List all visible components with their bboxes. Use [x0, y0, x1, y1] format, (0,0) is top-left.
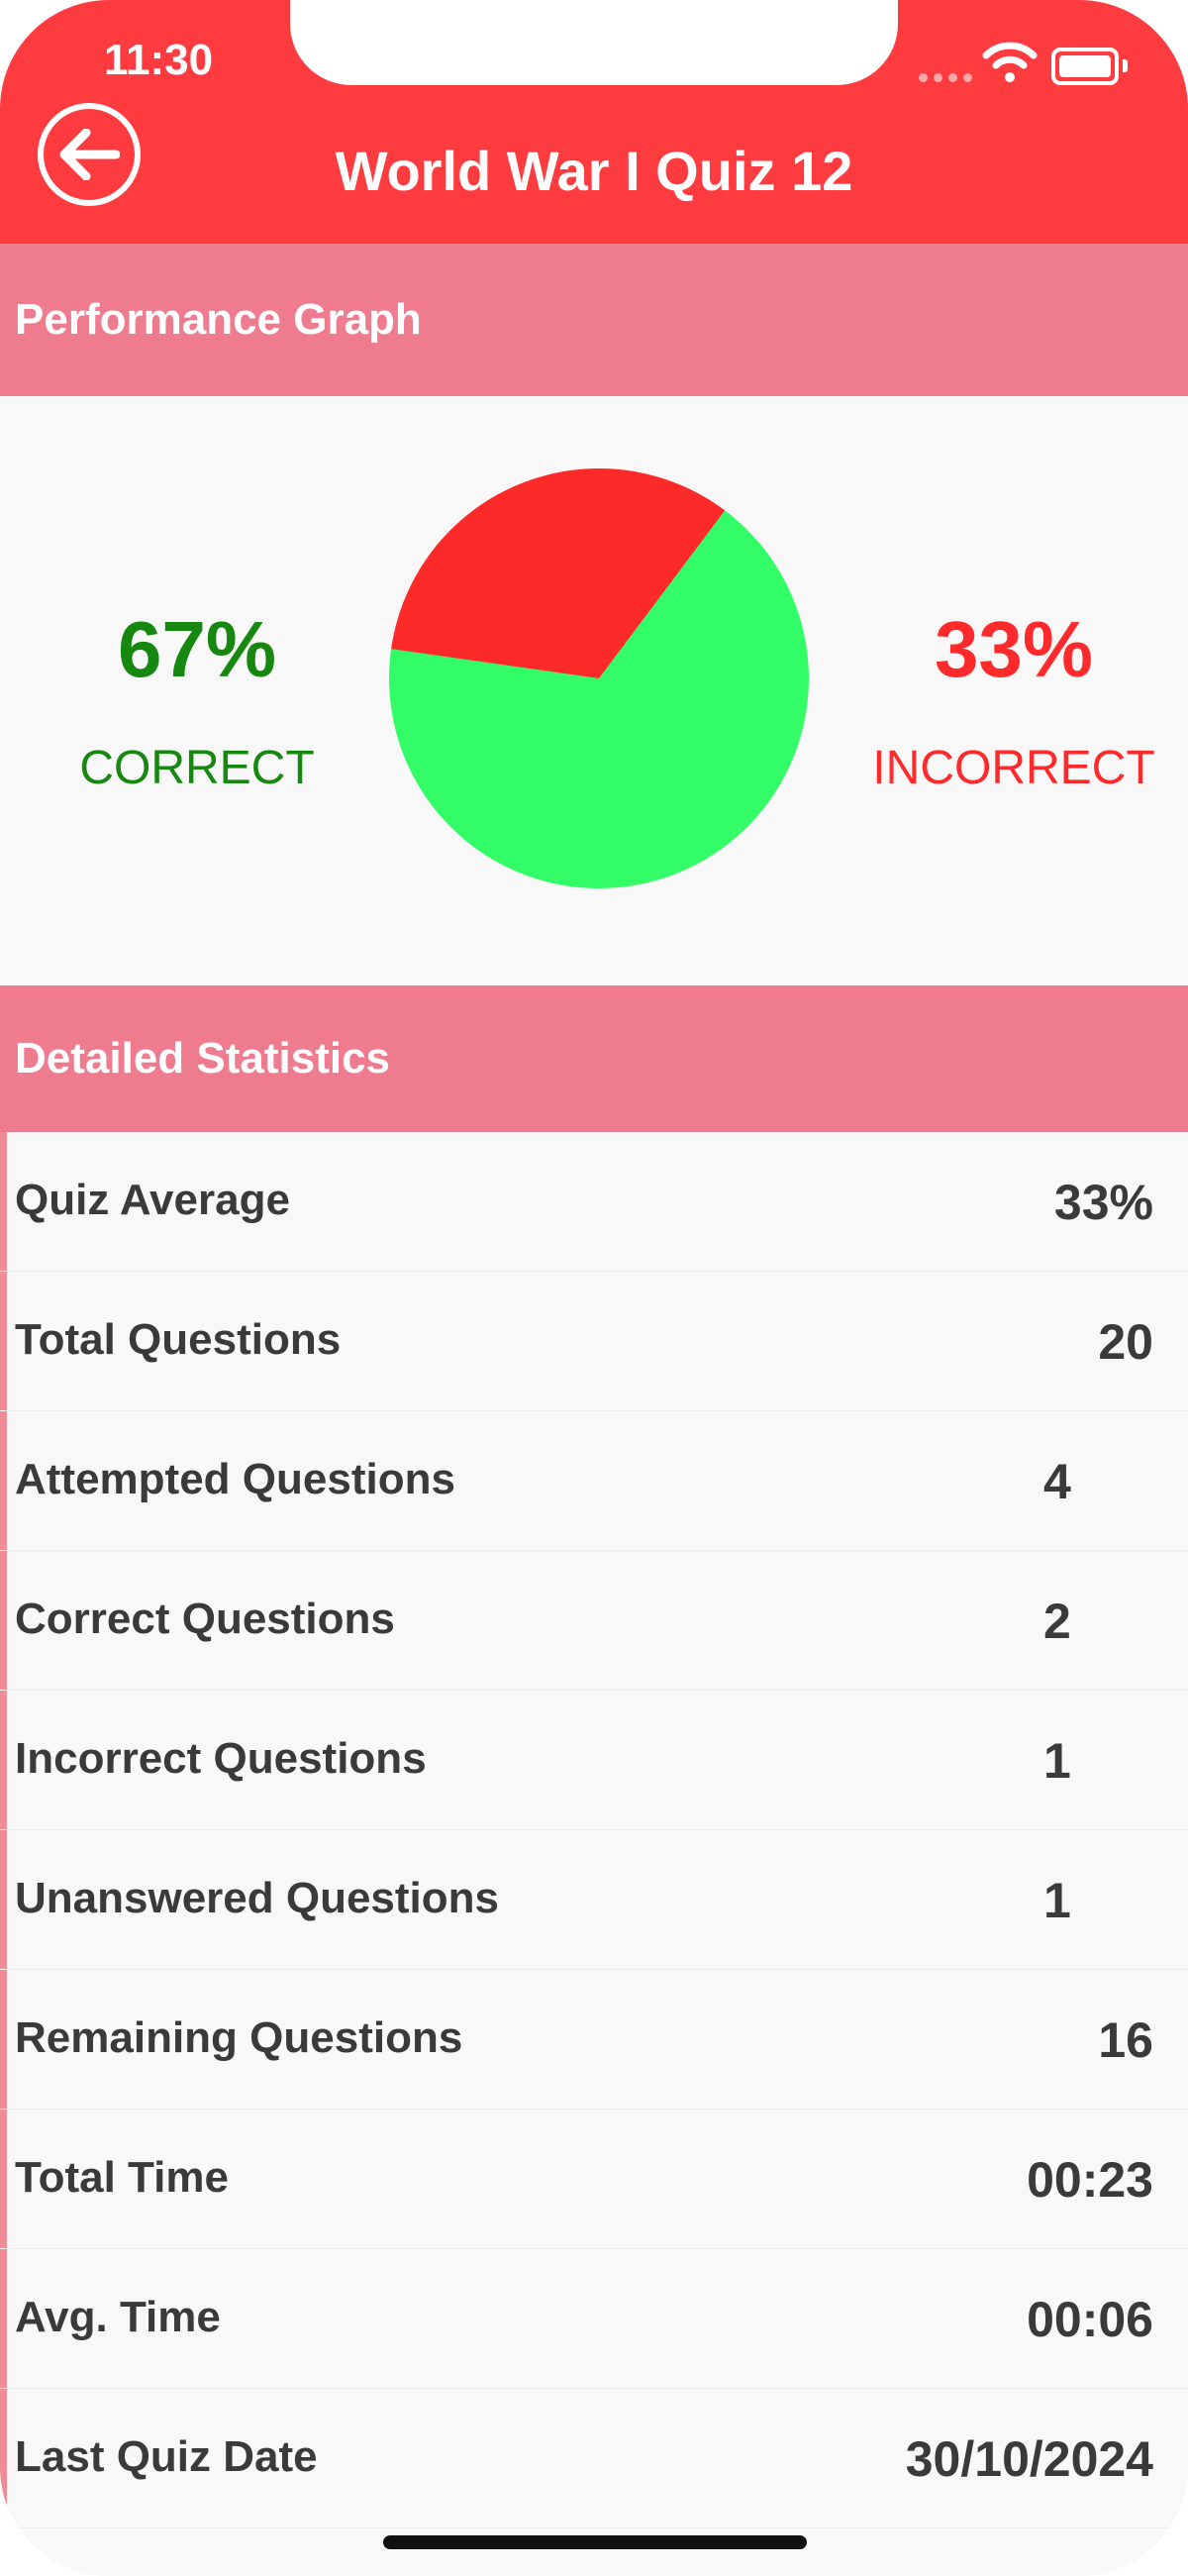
stat-label: Total Questions — [15, 1315, 342, 1364]
stat-value: 2 — [1043, 1594, 1071, 1649]
stat-row-incorrect-questions: Incorrect Questions 1 — [0, 1691, 1188, 1830]
stat-label: Total Time — [15, 2153, 229, 2202]
performance-graph-header: Performance Graph — [0, 244, 1188, 396]
stat-value: 1 — [1043, 1873, 1071, 1928]
stat-value: 16 — [1098, 2012, 1153, 2068]
stat-value: 00:06 — [1027, 2292, 1153, 2347]
page-title: World War I Quiz 12 — [335, 140, 853, 202]
stat-row-total-questions: Total Questions 20 — [0, 1272, 1188, 1411]
home-indicator — [383, 2535, 807, 2549]
stat-row-correct-questions: Correct Questions 2 — [0, 1551, 1188, 1691]
stat-label: Remaining Questions — [15, 2013, 463, 2062]
correct-percent: 67% — [117, 605, 277, 693]
detailed-statistics-header: Detailed Statistics — [0, 985, 1188, 1132]
stat-label: Last Quiz Date — [15, 2432, 318, 2481]
device-notch — [290, 0, 898, 85]
stat-value: 33% — [1053, 1175, 1153, 1230]
stat-row-avg-time: Avg. Time 00:06 — [0, 2249, 1188, 2389]
stat-label: Unanswered Questions — [15, 1874, 500, 1922]
stat-row-last-quiz-date: Last Quiz Date 30/10/2024 — [0, 2389, 1188, 2528]
status-time: 11:30 — [104, 36, 214, 84]
stat-row-total-time: Total Time 00:23 — [0, 2110, 1188, 2249]
stat-label: Quiz Average — [15, 1176, 290, 1224]
statistics-list: Quiz Average 33% Total Questions 20 Attemp… — [0, 1132, 1188, 2528]
stat-value: 30/10/2024 — [905, 2431, 1153, 2487]
stat-label: Avg. Time — [15, 2293, 221, 2341]
incorrect-label: INCORRECT — [872, 742, 1155, 794]
cellular-signal-icon — [919, 69, 978, 87]
stat-row-attempted-questions: Attempted Questions 4 — [0, 1411, 1188, 1551]
stat-row-remaining-questions: Remaining Questions 16 — [0, 1970, 1188, 2110]
stat-value: 00:23 — [1027, 2152, 1153, 2208]
stat-value: 4 — [1043, 1454, 1071, 1509]
stat-label: Attempted Questions — [15, 1455, 455, 1503]
pie-chart — [389, 468, 809, 888]
stat-value: 1 — [1043, 1733, 1071, 1789]
stat-value: 20 — [1098, 1314, 1153, 1370]
incorrect-percent: 33% — [934, 605, 1094, 693]
battery-icon — [1051, 48, 1128, 85]
screen: 11:30 World War I Quiz 12 Performance Gr… — [0, 0, 1188, 2576]
wifi-icon — [982, 42, 1038, 82]
stat-row-quiz-average: Quiz Average 33% — [0, 1132, 1188, 1272]
stat-row-unanswered-questions: Unanswered Questions 1 — [0, 1830, 1188, 1970]
stat-label: Incorrect Questions — [15, 1734, 427, 1783]
correct-label: CORRECT — [79, 742, 315, 794]
stat-label: Correct Questions — [15, 1595, 395, 1643]
